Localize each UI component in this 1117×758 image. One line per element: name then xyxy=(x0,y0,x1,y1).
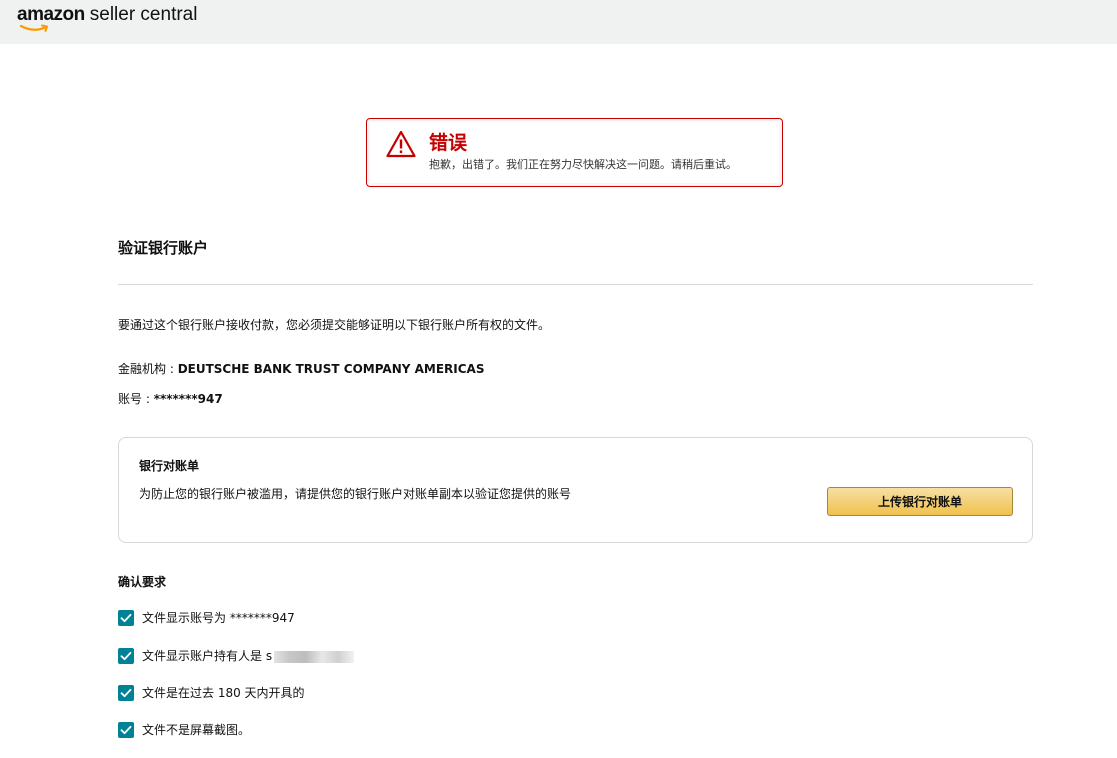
divider xyxy=(118,284,1033,285)
institution-value: DEUTSCHE BANK TRUST COMPANY AMERICAS xyxy=(177,362,485,376)
account-number: 账号 : *******947 xyxy=(118,390,223,408)
logo-brand: amazon xyxy=(17,4,85,25)
checkmark-icon xyxy=(120,651,132,661)
top-bar: amazon seller central xyxy=(0,0,1117,44)
requirement-label: 文件是在过去 180 天内开具的 xyxy=(142,686,305,700)
upload-bank-statement-button[interactable]: 上传银行对账单 xyxy=(827,487,1013,516)
checkmark-icon xyxy=(120,613,132,623)
institution-label: 金融机构 : xyxy=(118,362,178,376)
checkmark-icon xyxy=(120,725,132,735)
checked-checkbox[interactable] xyxy=(118,722,134,738)
page-title: 验证银行账户 xyxy=(118,239,209,257)
requirement-label-holder: 文件显示账户持有人是 s xyxy=(142,647,355,665)
logo-product: seller central xyxy=(89,4,198,25)
checked-checkbox[interactable] xyxy=(118,648,134,664)
card-title: 银行对账单 xyxy=(139,459,200,473)
checked-checkbox[interactable] xyxy=(118,685,134,701)
redacted-name xyxy=(274,650,355,663)
alert-message: 抱歉，出错了。我们正在努力尽快解决这一问题。请稍后重试。 xyxy=(429,158,737,171)
warning-triangle-icon xyxy=(386,130,416,158)
requirements-title: 确认要求 xyxy=(118,575,167,589)
error-alert: 错误 抱歉，出错了。我们正在努力尽快解决这一问题。请稍后重试。 xyxy=(366,118,783,187)
requirement-label: 文件显示账户持有人是 s xyxy=(142,649,273,663)
intro-text: 要通过这个银行账户接收付款，您必须提交能够证明以下银行账户所有权的文件。 xyxy=(118,318,551,332)
checked-checkbox[interactable] xyxy=(118,610,134,626)
financial-institution: 金融机构 : DEUTSCHE BANK TRUST COMPANY AMERI… xyxy=(118,360,484,378)
alert-title: 错误 xyxy=(429,132,468,154)
checkmark-icon xyxy=(120,688,132,698)
requirement-label: 文件显示账号为 *******947 xyxy=(142,611,295,625)
account-label: 账号 : xyxy=(118,392,154,406)
card-description: 为防止您的银行账户被滥用，请提供您的银行账户对账单副本以验证您提供的账号 xyxy=(139,487,572,501)
amazon-seller-central-logo[interactable]: amazon seller central xyxy=(17,4,197,34)
account-value: *******947 xyxy=(153,392,223,406)
bank-statement-card: 银行对账单 为防止您的银行账户被滥用，请提供您的银行账户对账单副本以验证您提供的… xyxy=(118,437,1033,543)
requirement-label: 文件不是屏幕截图。 xyxy=(142,723,251,737)
smile-arrow-icon xyxy=(20,24,48,32)
